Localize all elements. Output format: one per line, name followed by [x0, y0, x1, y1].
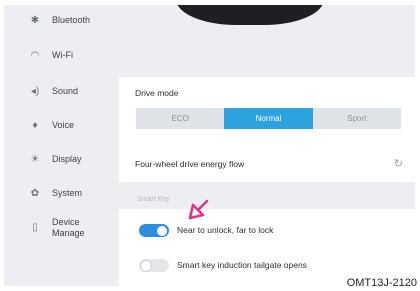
near-unlock-toggle[interactable] [139, 224, 169, 237]
wifi-icon: ◠ [30, 49, 40, 61]
tailgate-toggle[interactable] [139, 259, 169, 272]
sidebar-item-label: Display [52, 154, 82, 164]
tailgate-label: Smart key induction tailgate opens [177, 260, 307, 270]
sidebar-item-label: Wi-Fi [52, 50, 73, 60]
sidebar-item-display[interactable]: ☀ Display [28, 154, 82, 165]
smart-key-panel: Near to unlock, far to lock Smart key in… [119, 209, 415, 286]
device-manage-icon: ▯ [32, 222, 38, 233]
voice-icon: ♦ [32, 119, 38, 131]
near-unlock-label: Near to unlock, far to lock [177, 225, 274, 235]
toggle-knob [157, 225, 167, 236]
drive-mode-selector: ECO Normal Sport [136, 108, 401, 129]
sidebar-item-bluetooth[interactable]: ✱ Bluetooth [28, 15, 90, 26]
label-line: Manage [52, 228, 85, 238]
drive-mode-title: Drive mode [135, 88, 179, 98]
toggle-knob [141, 260, 151, 271]
drive-mode-eco[interactable]: ECO [136, 108, 224, 129]
refresh-icon[interactable]: ↻ [394, 157, 403, 170]
display-icon: ☀ [30, 153, 40, 165]
drive-mode-normal[interactable]: Normal [224, 108, 313, 129]
sidebar-item-device-manage[interactable]: ▯ Device Manage [28, 217, 85, 239]
sidebar-item-label: Sound [52, 86, 79, 96]
car-silhouette [176, 5, 324, 25]
system-icon: ✿ [30, 187, 40, 199]
drive-mode-panel: Drive mode ECO Normal Sport Four-wheel d… [119, 77, 415, 182]
settings-screen: ✱ Bluetooth ◠ Wi-Fi ◂) Sound ♦ Voice ☀ D… [4, 5, 415, 286]
sidebar-item-sound[interactable]: ◂) Sound [28, 86, 78, 97]
bluetooth-icon: ✱ [30, 14, 40, 26]
sidebar-item-label: System [52, 188, 83, 198]
label-line: Device [52, 217, 80, 227]
sidebar-item-label: Voice [52, 120, 75, 130]
sidebar-item-voice[interactable]: ♦ Voice [28, 120, 74, 131]
energy-flow-label: Four-wheel drive energy flow [135, 159, 245, 169]
sidebar: ✱ Bluetooth ◠ Wi-Fi ◂) Sound ♦ Voice ☀ D… [4, 5, 116, 286]
figure-caption: OMT13J-2120 [345, 277, 418, 289]
sidebar-item-wifi[interactable]: ◠ Wi-Fi [28, 50, 73, 61]
sidebar-item-label: Bluetooth [52, 15, 91, 25]
smart-key-section-label: Smart Key [137, 196, 170, 203]
sidebar-item-label: Device Manage [52, 217, 85, 239]
sidebar-item-system[interactable]: ✿ System [28, 188, 82, 199]
pointer-arrow-icon [188, 199, 209, 220]
sound-icon: ◂) [30, 85, 40, 97]
drive-mode-sport[interactable]: Sport [313, 108, 401, 129]
